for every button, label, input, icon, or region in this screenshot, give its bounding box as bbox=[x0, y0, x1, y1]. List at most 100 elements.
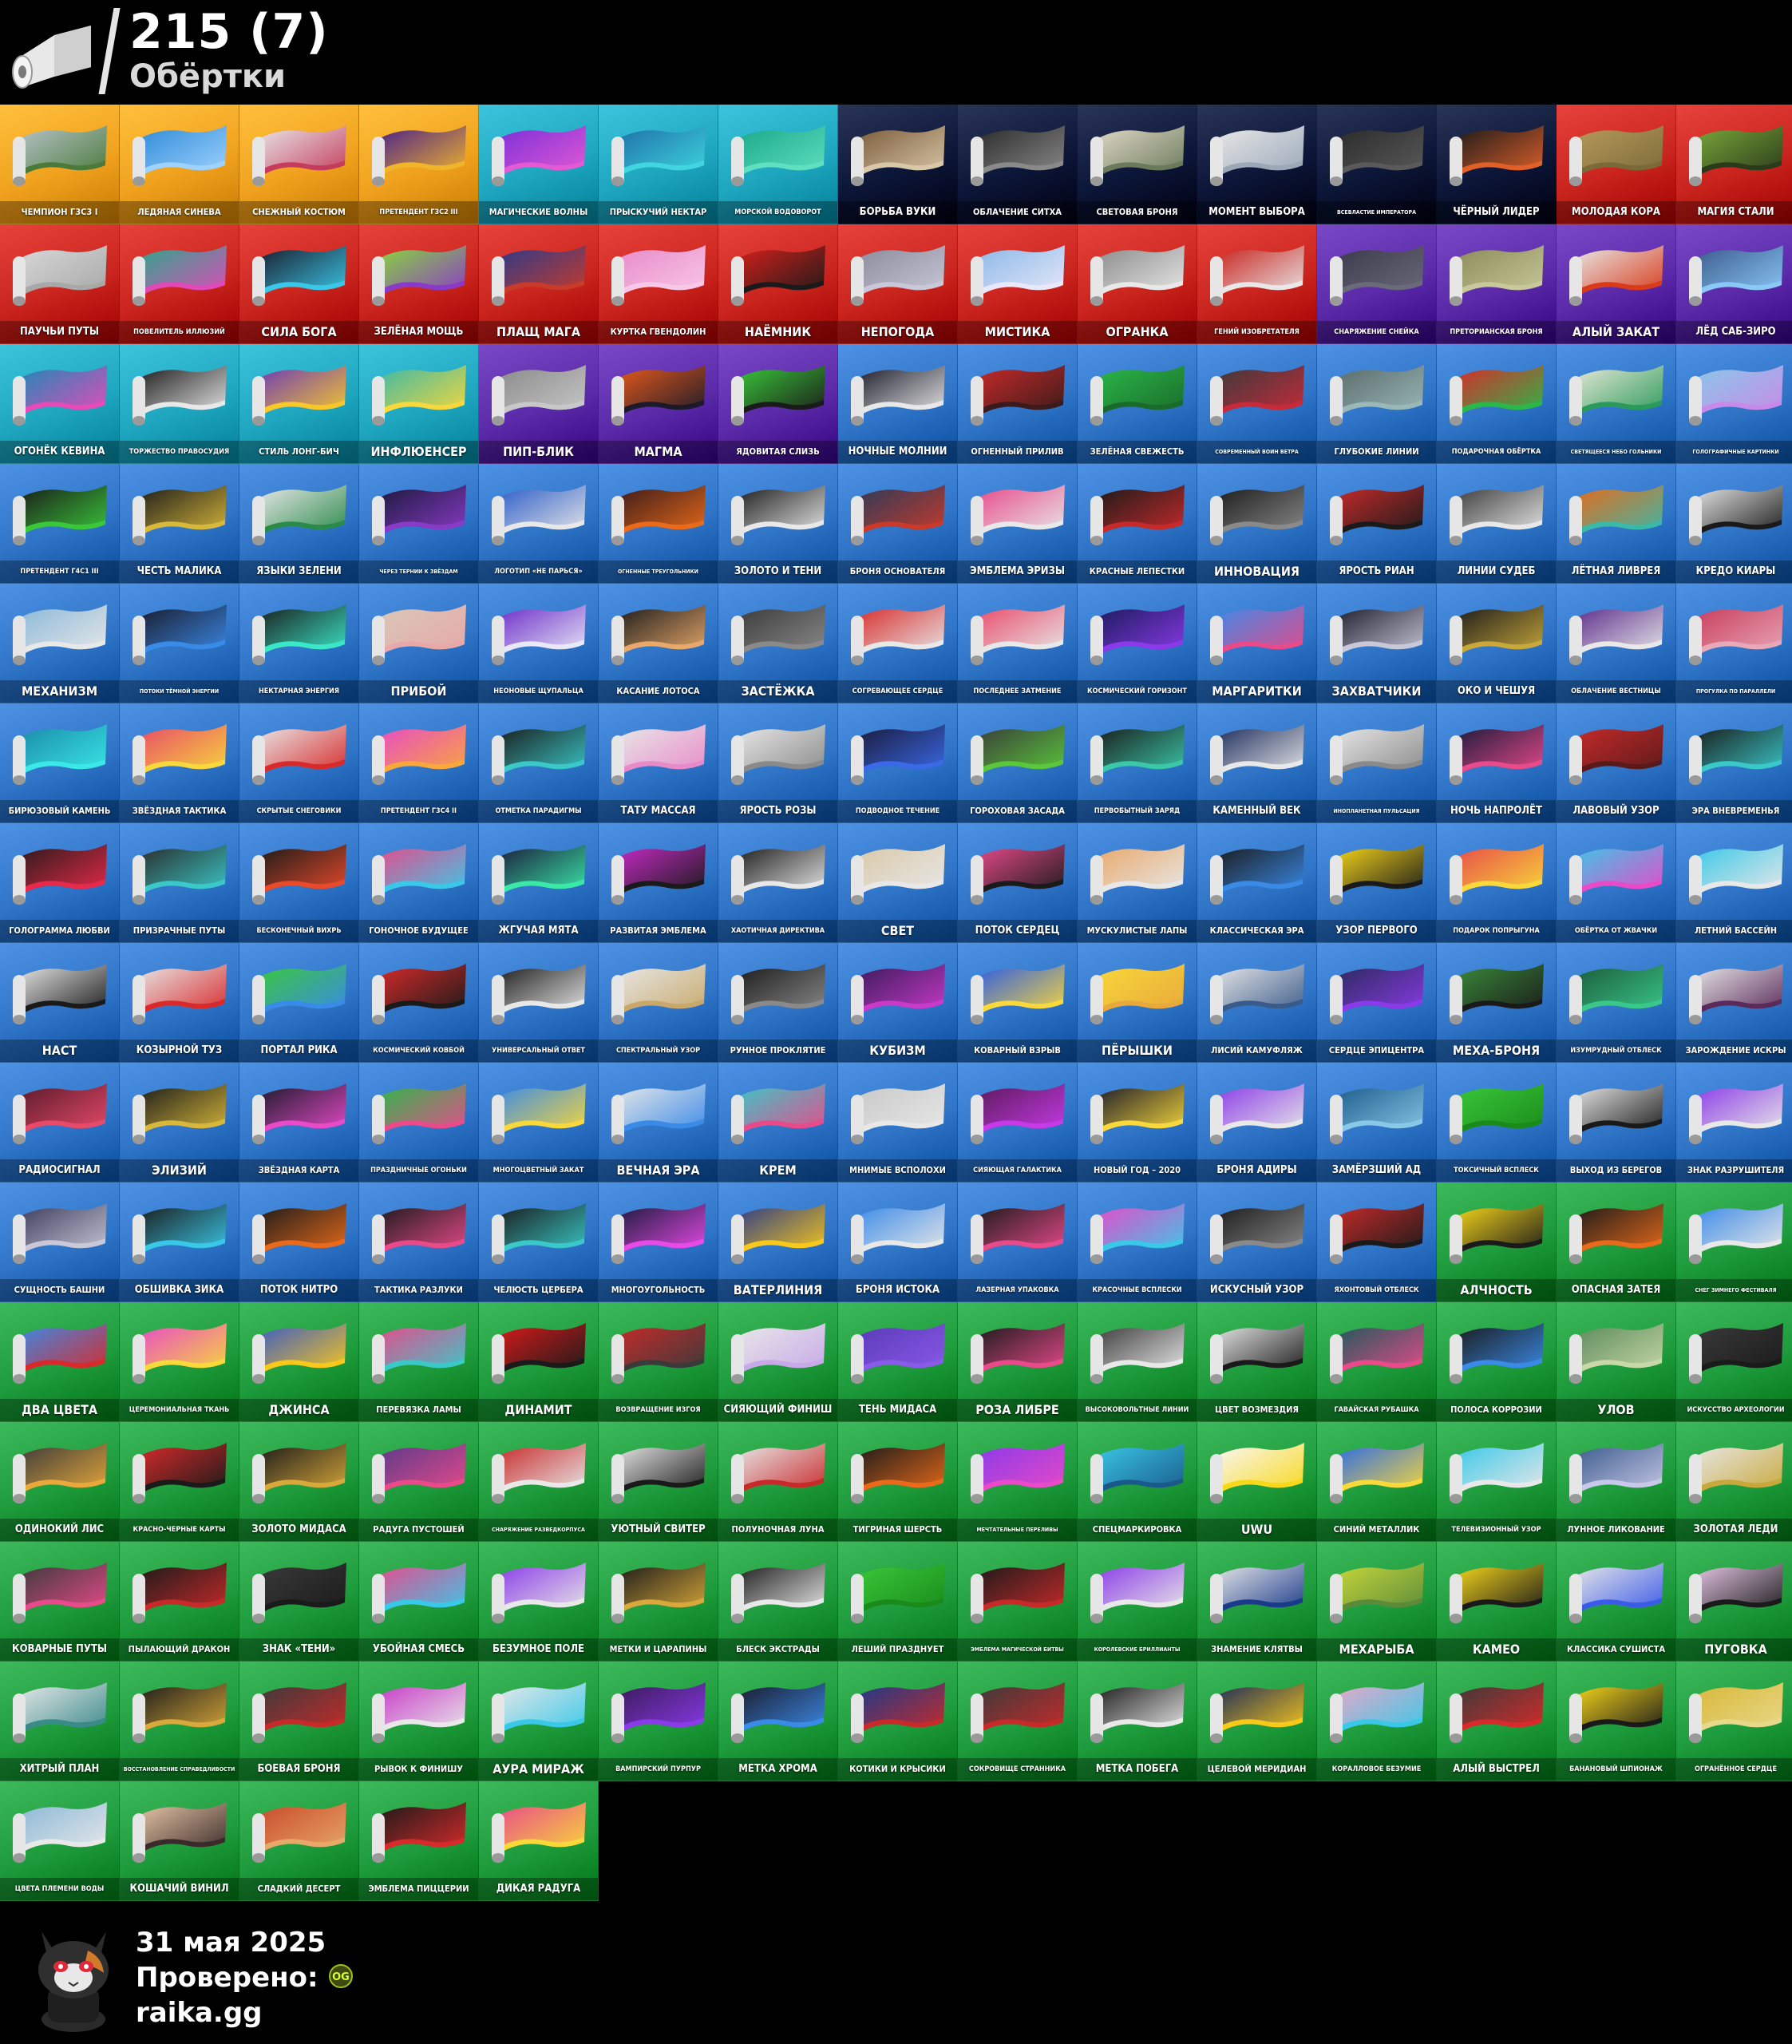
wrap-tile[interactable]: НОЧЬ НАПРОЛЁТ bbox=[1437, 703, 1557, 823]
wrap-tile[interactable]: НОВЫЙ ГОД – 2020 bbox=[1078, 1063, 1197, 1182]
wrap-tile[interactable]: ПОВЕЛИТЕЛЬ ИЛЛЮЗИЙ bbox=[120, 224, 239, 344]
wrap-tile[interactable]: УЛОВ bbox=[1557, 1302, 1676, 1422]
wrap-tile[interactable]: ПРОГУЛКА ПО ПАРАЛЛЕЛИ bbox=[1676, 584, 1792, 703]
wrap-tile[interactable]: ОБЁРТКА ОТ ЖВАЧКИ bbox=[1557, 823, 1676, 943]
wrap-tile[interactable]: МЕХА-БРОНЯ bbox=[1437, 943, 1557, 1063]
wrap-tile[interactable]: ВОССТАНОВЛЕНИЕ СПРАВЕДЛИВОСТИ bbox=[120, 1662, 239, 1781]
wrap-tile[interactable]: ЖГУЧАЯ МЯТА bbox=[479, 823, 599, 943]
wrap-tile[interactable]: МОРСКОЙ ВОДОВОРОТ bbox=[718, 105, 838, 224]
wrap-tile[interactable]: АЛЫЙ ВЫСТРЕЛ bbox=[1437, 1662, 1557, 1781]
wrap-tile[interactable]: МЕХАНИЗМ bbox=[0, 584, 120, 703]
wrap-tile[interactable]: ЧЕМПИОН Г3С3 I bbox=[0, 105, 120, 224]
wrap-tile[interactable]: ЛИНИИ СУДЕБ bbox=[1437, 464, 1557, 584]
wrap-tile[interactable]: МНОГОЦВЕТНЫЙ ЗАКАТ bbox=[479, 1063, 599, 1182]
wrap-tile[interactable]: ОГОНЁК КЕВИНА bbox=[0, 344, 120, 464]
wrap-tile[interactable]: РАДУГА ПУСТОШЕЙ bbox=[359, 1422, 479, 1542]
wrap-tile[interactable]: ЯРОСТЬ РОЗЫ bbox=[718, 703, 838, 823]
wrap-tile[interactable]: ОДИНОКИЙ ЛИС bbox=[0, 1422, 120, 1542]
wrap-tile[interactable]: ЗОЛОТАЯ ЛЕДИ bbox=[1676, 1422, 1792, 1542]
wrap-tile[interactable]: ЗВЁЗДНАЯ ТАКТИКА bbox=[120, 703, 239, 823]
wrap-tile[interactable]: ДВА ЦВЕТА bbox=[0, 1302, 120, 1422]
wrap-tile[interactable]: СИЛА БОГА bbox=[239, 224, 359, 344]
wrap-tile[interactable]: ЯЗЫКИ ЗЕЛЕНИ bbox=[239, 464, 359, 584]
wrap-tile[interactable]: КРАСОЧНЫЕ ВСПЛЕСКИ bbox=[1078, 1182, 1197, 1302]
wrap-tile[interactable]: ЛОГОТИП «НЕ ПАРЬСЯ» bbox=[479, 464, 599, 584]
wrap-tile[interactable]: КОВАРНЫЕ ПУТЫ bbox=[0, 1542, 120, 1662]
wrap-tile[interactable]: ЗАМЁРЗШИЙ АД bbox=[1317, 1063, 1437, 1182]
wrap-tile[interactable]: ПИП-БЛИК bbox=[479, 344, 599, 464]
wrap-tile[interactable]: ОГНЕННЫЙ ПРИЛИВ bbox=[958, 344, 1078, 464]
wrap-tile[interactable]: МУСКУЛИСТЫЕ ЛАПЫ bbox=[1078, 823, 1197, 943]
wrap-tile[interactable]: UWU bbox=[1197, 1422, 1317, 1542]
wrap-tile[interactable]: ЗАХВАТЧИКИ bbox=[1317, 584, 1437, 703]
wrap-tile[interactable]: ПОТОК СЕРДЕЦ bbox=[958, 823, 1078, 943]
wrap-tile[interactable]: ПАУЧЬИ ПУТЫ bbox=[0, 224, 120, 344]
wrap-tile[interactable]: СНЕЖНЫЙ КОСТЮМ bbox=[239, 105, 359, 224]
wrap-tile[interactable]: ГЕНИЙ ИЗОБРЕТАТЕЛЯ bbox=[1197, 224, 1317, 344]
wrap-tile[interactable]: ЭМБЛЕМА МАГИЧЕСКОЙ БИТВЫ bbox=[958, 1542, 1078, 1662]
wrap-tile[interactable]: КОШАЧИЙ ВИНИЛ bbox=[120, 1781, 239, 1901]
wrap-tile[interactable]: КОСМИЧЕСКИЙ КОВБОЙ bbox=[359, 943, 479, 1063]
wrap-tile[interactable]: ИНФЛЮЕНСЕР bbox=[359, 344, 479, 464]
wrap-tile[interactable]: ПОДАРОК ПОПРЫГУНА bbox=[1437, 823, 1557, 943]
wrap-tile[interactable]: НЕОНОВЫЕ ЩУПАЛЬЦА bbox=[479, 584, 599, 703]
wrap-tile[interactable]: ПОСЛЕДНЕЕ ЗАТМЕНИЕ bbox=[958, 584, 1078, 703]
wrap-tile[interactable]: ПЁРЫШКИ bbox=[1078, 943, 1197, 1063]
wrap-tile[interactable]: МАГМА bbox=[599, 344, 718, 464]
wrap-tile[interactable]: ВСЕВЛАСТИЕ ИМПЕРАТОРА bbox=[1317, 105, 1437, 224]
wrap-tile[interactable]: КРАСНЫЕ ЛЕПЕСТКИ bbox=[1078, 464, 1197, 584]
wrap-tile[interactable]: КЛАССИКА СУШИСТА bbox=[1557, 1542, 1676, 1662]
wrap-tile[interactable]: ЛАЗЕРНАЯ УПАКОВКА bbox=[958, 1182, 1078, 1302]
wrap-tile[interactable]: ГАВАЙСКАЯ РУБАШКА bbox=[1317, 1302, 1437, 1422]
wrap-tile[interactable]: БЕСКОНЕЧНЫЙ ВИХРЬ bbox=[239, 823, 359, 943]
wrap-tile[interactable]: СОГРЕВАЮЩЕЕ СЕРДЦЕ bbox=[838, 584, 958, 703]
wrap-tile[interactable]: ТИГРИНАЯ ШЕРСТЬ bbox=[838, 1422, 958, 1542]
wrap-tile[interactable]: СИНИЙ МЕТАЛЛИК bbox=[1317, 1422, 1437, 1542]
wrap-tile[interactable]: ОГНЕННЫЕ ТРЕУГОЛЬНИКИ bbox=[599, 464, 718, 584]
wrap-tile[interactable]: ГОНОЧНОЕ БУДУЩЕЕ bbox=[359, 823, 479, 943]
wrap-tile[interactable]: ПОТОКИ ТЁМНОЙ ЭНЕРГИИ bbox=[120, 584, 239, 703]
wrap-tile[interactable]: ПОДАРОЧНАЯ ОБЁРТКА bbox=[1437, 344, 1557, 464]
wrap-tile[interactable]: ПЛАЩ МАГА bbox=[479, 224, 599, 344]
wrap-tile[interactable]: ЧЕСТЬ МАЛИКА bbox=[120, 464, 239, 584]
wrap-tile[interactable]: ПОРТАЛ РИКА bbox=[239, 943, 359, 1063]
wrap-tile[interactable]: МАГИЧЕСКИЕ ВОЛНЫ bbox=[479, 105, 599, 224]
wrap-tile[interactable]: АЛЫЙ ЗАКАТ bbox=[1557, 224, 1676, 344]
wrap-tile[interactable]: ЗЕЛЁНАЯ МОЩЬ bbox=[359, 224, 479, 344]
wrap-tile[interactable]: ЗОЛОТО МИДАСА bbox=[239, 1422, 359, 1542]
wrap-tile[interactable]: ДИКАЯ РАДУГА bbox=[479, 1781, 599, 1901]
wrap-tile[interactable]: ПРЕТЕНДЕНТ Г3С2 III bbox=[359, 105, 479, 224]
wrap-tile[interactable]: СУЩНОСТЬ БАШНИ bbox=[0, 1182, 120, 1302]
wrap-tile[interactable]: ЗНАК «ТЕНИ» bbox=[239, 1542, 359, 1662]
wrap-tile[interactable]: ПРИБОЙ bbox=[359, 584, 479, 703]
wrap-tile[interactable]: СНАРЯЖЕНИЕ СНЕЙКА bbox=[1317, 224, 1437, 344]
wrap-tile[interactable]: ДИНАМИТ bbox=[479, 1302, 599, 1422]
wrap-tile[interactable]: РЫВОК К ФИНИШУ bbox=[359, 1662, 479, 1781]
wrap-tile[interactable]: ВАМПИРСКИЙ ПУРПУР bbox=[599, 1662, 718, 1781]
wrap-tile[interactable]: ЧЁРНЫЙ ЛИДЕР bbox=[1437, 105, 1557, 224]
wrap-tile[interactable]: ЦВЕТ ВОЗМЕЗДИЯ bbox=[1197, 1302, 1317, 1422]
wrap-tile[interactable]: ПРЕТЕНДЕНТ Г3С4 II bbox=[359, 703, 479, 823]
wrap-tile[interactable]: ПРЫСКУЧИЙ НЕКТАР bbox=[599, 105, 718, 224]
wrap-tile[interactable]: ЛИСИЙ КАМУФЛЯЖ bbox=[1197, 943, 1317, 1063]
wrap-tile[interactable]: БАНАНОВЫЙ ШПИОНАЖ bbox=[1557, 1662, 1676, 1781]
wrap-tile[interactable]: СЕРДЦЕ ЭПИЦЕНТРА bbox=[1317, 943, 1437, 1063]
wrap-tile[interactable]: РАЗВИТАЯ ЭМБЛЕМА bbox=[599, 823, 718, 943]
wrap-tile[interactable]: ИСКУСНЫЙ УЗОР bbox=[1197, 1182, 1317, 1302]
wrap-tile[interactable]: ТЕНЬ МИДАСА bbox=[838, 1302, 958, 1422]
wrap-tile[interactable]: МОЛОДАЯ КОРА bbox=[1557, 105, 1676, 224]
wrap-tile[interactable]: КОТИКИ И КРЫСИКИ bbox=[838, 1662, 958, 1781]
wrap-tile[interactable]: ВЫСОКОВОЛЬТНЫЕ ЛИНИИ bbox=[1078, 1302, 1197, 1422]
wrap-tile[interactable]: МЕТКИ И ЦАРАПИНЫ bbox=[599, 1542, 718, 1662]
wrap-tile[interactable]: СПЕКТРАЛЬНЫЙ УЗОР bbox=[599, 943, 718, 1063]
wrap-tile[interactable]: ПРЕТЕНДЕНТ Г4С1 III bbox=[0, 464, 120, 584]
wrap-tile[interactable]: ХАОТИЧНАЯ ДИРЕКТИВА bbox=[718, 823, 838, 943]
wrap-tile[interactable]: ОГРАНКА bbox=[1078, 224, 1197, 344]
wrap-tile[interactable]: СПЕЦМАРКИРОВКА bbox=[1078, 1422, 1197, 1542]
wrap-tile[interactable]: МНИМЫЕ ВСПОЛОХИ bbox=[838, 1063, 958, 1182]
wrap-tile[interactable]: ПЫЛАЮЩИЙ ДРАКОН bbox=[120, 1542, 239, 1662]
wrap-tile[interactable]: ЗАРОЖДЕНИЕ ИСКРЫ bbox=[1676, 943, 1792, 1063]
wrap-tile[interactable]: ВЕЧНАЯ ЭРА bbox=[599, 1063, 718, 1182]
wrap-tile[interactable]: МЕЧТАТЕЛЬНЫЕ ПЕРЕЛИВЫ bbox=[958, 1422, 1078, 1542]
wrap-tile[interactable]: НЕКТАРНАЯ ЭНЕРГИЯ bbox=[239, 584, 359, 703]
